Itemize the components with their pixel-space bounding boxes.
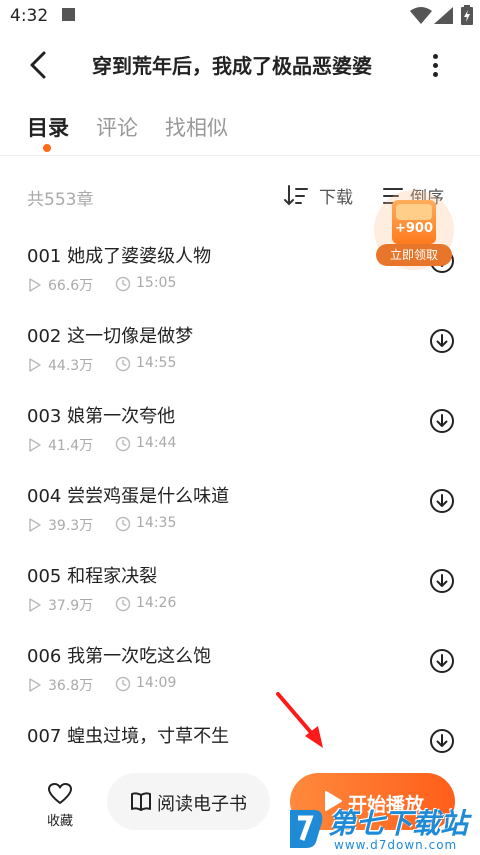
- red-arrow-annotation: [276, 692, 323, 748]
- top-bar: 穿到荒年后，我成了极品恶婆婆: [0, 32, 480, 96]
- gift-box-lid: [396, 204, 432, 220]
- status-bar: 4:32: [0, 0, 480, 32]
- download-icon[interactable]: [429, 488, 455, 514]
- play-count: 41.4万: [48, 438, 94, 454]
- chapter-duration: 14:26: [136, 595, 177, 611]
- download-icon[interactable]: [429, 408, 455, 434]
- tab-bar: 目录 评论 找相似: [0, 104, 480, 154]
- active-tab-indicator: [43, 144, 51, 152]
- play-count-icon: [29, 518, 41, 532]
- clock-icon: [115, 516, 131, 532]
- play-count: 37.9万: [48, 598, 94, 614]
- chapter-item[interactable]: 005 和程家决裂 37.9万 14:26: [0, 562, 480, 642]
- chapter-item[interactable]: 002 这一切像是做梦 44.3万 14:55: [0, 322, 480, 402]
- chapter-title: 001 她成了婆婆级人物: [27, 246, 212, 267]
- play-count-icon: [29, 278, 41, 292]
- book-icon: [131, 792, 151, 811]
- page-title: 穿到荒年后，我成了极品恶婆婆: [92, 54, 372, 78]
- divider: [0, 155, 480, 156]
- play-count-icon: [29, 358, 41, 372]
- reward-widget[interactable]: +900 立即领取: [374, 190, 454, 270]
- status-time: 4:32: [10, 6, 49, 26]
- play-count-icon: [29, 678, 41, 692]
- chapter-duration: 14:44: [136, 435, 177, 451]
- clock-icon: [115, 276, 131, 292]
- download-icon[interactable]: [429, 568, 455, 594]
- chapter-title: 007 蝗虫过境，寸草不生: [27, 726, 230, 747]
- chapter-item[interactable]: 004 尝尝鸡蛋是什么味道 39.3万 14:35: [0, 482, 480, 562]
- chapter-duration: 14:35: [136, 515, 177, 531]
- watermark-logo-icon: [290, 810, 323, 848]
- favorite-button[interactable]: 收藏: [30, 780, 90, 832]
- chapter-title: 003 娘第一次夸他: [27, 406, 176, 427]
- watermark-brand: 第七下载站: [328, 807, 469, 840]
- play-count-icon: [29, 598, 41, 612]
- chapter-title: 004 尝尝鸡蛋是什么味道: [27, 486, 230, 507]
- play-count-icon: [29, 438, 41, 452]
- read-ebook-button[interactable]: 阅读电子书: [107, 773, 270, 830]
- chapter-duration: 14:09: [136, 675, 177, 691]
- download-icon[interactable]: [429, 648, 455, 674]
- clock-icon: [115, 436, 131, 452]
- tab-catalog[interactable]: 目录: [27, 112, 69, 142]
- chapter-item[interactable]: 003 娘第一次夸他 41.4万 14:44: [0, 402, 480, 482]
- more-options-icon[interactable]: [424, 48, 448, 82]
- download-icon[interactable]: [429, 328, 455, 354]
- tab-similar[interactable]: 找相似: [165, 112, 228, 142]
- chapter-duration: 15:05: [136, 275, 177, 291]
- back-arrow-icon[interactable]: [22, 48, 56, 82]
- clock-icon: [115, 676, 131, 692]
- reward-amount: +900: [394, 221, 434, 236]
- watermark-url: www.d7down.com: [334, 838, 458, 852]
- chapter-count: 共553章: [27, 190, 94, 210]
- play-count: 66.6万: [48, 278, 94, 294]
- clock-icon: [115, 596, 131, 612]
- watermark: 第七下载站 www.d7down.com: [284, 796, 480, 855]
- download-icon[interactable]: [429, 728, 455, 754]
- clock-icon: [115, 356, 131, 372]
- chapter-title: 002 这一切像是做梦: [27, 326, 194, 347]
- read-ebook-label: 阅读电子书: [157, 794, 247, 815]
- chapter-title: 006 我第一次吃这么饱: [27, 646, 212, 667]
- wifi-icon: [410, 7, 432, 24]
- heart-icon: [48, 783, 72, 804]
- chapter-title: 005 和程家决裂: [27, 566, 158, 587]
- favorite-label: 收藏: [46, 814, 73, 829]
- download-label: 下载: [319, 188, 353, 208]
- play-count: 39.3万: [48, 518, 94, 534]
- battery-icon: [461, 5, 473, 25]
- claim-reward-button[interactable]: 立即领取: [376, 244, 452, 266]
- notification-icon: [62, 8, 75, 21]
- play-count: 44.3万: [48, 358, 94, 374]
- chapter-duration: 14:55: [136, 355, 177, 371]
- signal-icon: [434, 7, 453, 24]
- tab-comments[interactable]: 评论: [96, 112, 138, 142]
- chapter-item[interactable]: 006 我第一次吃这么饱 36.8万 14:09: [0, 642, 480, 722]
- download-sort-icon: [284, 185, 308, 206]
- play-count: 36.8万: [48, 678, 94, 694]
